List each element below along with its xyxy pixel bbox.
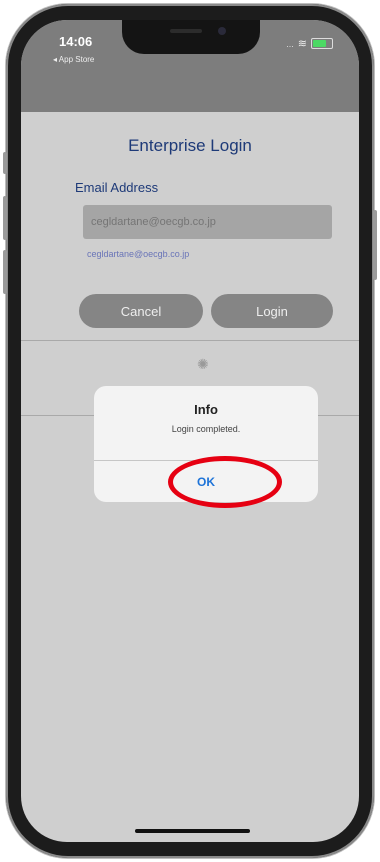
cancel-button[interactable]: Cancel — [79, 294, 203, 328]
alert-title: Info — [194, 402, 218, 417]
signal-icon: ... — [286, 38, 294, 49]
volume-up-button — [3, 196, 7, 240]
status-time: 14:06 — [59, 34, 93, 49]
wifi-icon: ≋ — [297, 37, 307, 50]
mute-switch — [3, 152, 7, 174]
status-icons: ... ≋ — [286, 38, 333, 49]
login-button[interactable]: Login — [211, 294, 333, 328]
loading-spinner-icon: ✺ — [197, 356, 209, 372]
speaker — [170, 29, 202, 33]
home-indicator[interactable] — [135, 829, 250, 833]
page-title: Enterprise Login — [128, 136, 252, 155]
front-camera — [218, 27, 226, 35]
device-screen: 14:06 ◂ App Store ... ≋ Enterprise Login… — [21, 20, 359, 842]
alert-message: Login completed. — [171, 424, 241, 434]
status-bar: 14:06 ◂ App Store ... ≋ — [21, 20, 359, 112]
divider — [21, 340, 359, 341]
email-input[interactable] — [83, 205, 332, 239]
email-hint: cegldartane@oecgb.co.jp — [87, 249, 190, 259]
annotation-highlight-circle — [168, 456, 282, 508]
volume-down-button — [3, 250, 7, 294]
power-button — [373, 210, 377, 280]
battery-icon — [311, 38, 333, 49]
notch — [122, 20, 260, 54]
email-label: Email Address — [75, 180, 159, 195]
back-to-app-store-link[interactable]: ◂ App Store — [53, 55, 94, 64]
